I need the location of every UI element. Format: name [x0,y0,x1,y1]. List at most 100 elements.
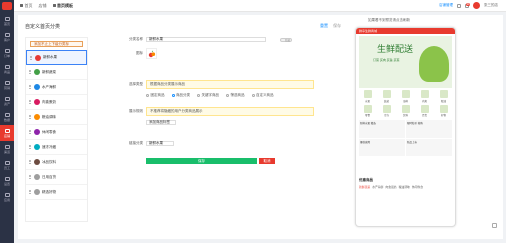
category-label: 精选好物 [42,189,56,194]
category-label: 冰品饮料 [42,159,56,164]
sidebar-item-label: 设置 [3,181,10,186]
cancel-button[interactable]: 取消 [259,158,275,164]
sidebar-item[interactable]: 订单 [0,45,14,61]
drag-handle-icon[interactable] [29,85,31,89]
sidebar-item[interactable]: 员工 [0,157,14,173]
radio-label: 固定商品 [150,93,165,97]
icon-label: 图标 [136,51,143,55]
category-label: 日用百货 [42,174,56,179]
nav-icon [4,192,10,197]
sidebar-item[interactable]: 客户 [0,29,14,45]
preview-category: 冷冻 [378,104,395,117]
preview-banner: 生鲜配送 订菜 买肉 买鱼 买菜 [359,36,452,88]
drag-handle-icon[interactable] [29,175,31,179]
drag-handle-icon[interactable] [29,130,31,134]
name-input[interactable]: 新鲜水果 [146,37,266,42]
sidebar-item-label: 渠道 [3,149,10,154]
link-select[interactable]: 新鲜水果 [146,141,174,146]
category-item[interactable]: 粮油调味 [26,110,87,125]
type-radio[interactable]: 筛选商品 [226,93,245,98]
type-label: 选择类型 [129,82,143,86]
preview-category: 水果 [359,90,376,103]
name-label: 分类名称 [129,37,143,41]
breadcrumb-home[interactable]: 首页 [20,3,33,9]
category-image [34,159,40,165]
category-item[interactable]: 新鲜蔬菜 [26,65,87,80]
type-radio[interactable]: 关键字商品 [197,93,219,98]
add-tag-button[interactable]: 添加商品标签 [146,120,176,125]
category-item[interactable]: 新鲜水果 [26,50,87,65]
drag-handle-icon[interactable] [29,70,31,74]
drag-handle-icon[interactable] [29,115,31,119]
preview-promo: 新品上市 [406,138,452,156]
icon-uploader[interactable] [146,48,157,59]
sidebar-item[interactable]: 商品 [0,61,14,77]
sidebar-item-label: 首页 [3,21,10,26]
category-image [34,129,40,135]
sidebar-item-label: 应用 [3,197,10,202]
type-note: 根据商品分类展示商品 [146,80,314,89]
save-button[interactable]: 保存 [146,158,257,164]
sidebar-item[interactable]: 应用 [0,189,14,205]
preview-category: 零食 [359,104,376,117]
help-icon[interactable] [457,3,461,8]
preview-category-label: 粮油 [440,99,446,103]
drag-handle-icon[interactable] [29,145,31,149]
category-item[interactable]: 水产海鲜 [26,80,87,95]
category-list: 添加不止上下级分类标 新鲜水果 新鲜蔬菜 水产海鲜 肉禽蛋奶粮油调味休闲零食 速冻冷藏冰… [25,37,88,222]
message-icon[interactable]: 99 [465,3,470,8]
sidebar-item-label: 店铺 [3,133,10,138]
drag-handle-icon[interactable] [30,55,32,60]
hide-toggle[interactable]: 隐藏 [280,37,292,42]
type-radio[interactable]: 固定商品 [146,93,165,98]
sidebar-item[interactable]: 营销 [0,77,14,93]
sidebar-item[interactable]: 店铺 [0,125,14,141]
preview-refresh-text[interactable]: 如果看不到预览请点击刷新 [368,18,410,23]
radio-circle [226,94,229,97]
avatar[interactable] [473,2,480,9]
preview-subtab: 新鲜蔬菜 [359,185,371,189]
preview-category-label: 冷冻 [383,114,389,117]
category-label: 粮油调味 [42,114,56,119]
type-radio[interactable]: 商品分类 [171,93,190,98]
radio-circle [171,94,175,97]
preview-category-label: 饮料 [402,114,408,117]
radio-circle [197,94,200,97]
sidebar-item[interactable]: 首页 [0,13,14,29]
reset-link[interactable]: 重置 [320,23,328,28]
radio-circle [146,94,149,97]
drag-handle-icon[interactable] [29,100,31,104]
main-panel: 自定义首页分类 重置 保存 添加不止上下级分类标 新鲜水果 新鲜蔬菜 水产海鲜 肉禽蛋… [18,15,503,239]
preview-category-image [382,90,391,98]
link-label: 链接分类 [129,141,143,145]
drag-handle-icon[interactable] [29,190,31,194]
radio-label: 自定义商品 [256,93,274,97]
type-radio[interactable]: 自定义商品 [251,93,274,98]
nav-icon [4,64,10,69]
preview-category-image [439,90,448,98]
sidebar-item[interactable]: 渠道 [0,141,14,157]
category-item[interactable]: 肉禽蛋奶 [26,95,87,110]
user-name[interactable]: 张三的店 [484,3,498,8]
sidebar-item-label: 订单 [3,53,10,58]
drag-handle-icon[interactable] [29,160,31,164]
chat-icon[interactable] [492,223,497,228]
store-manage-link[interactable]: 店铺管理 [439,3,453,8]
sidebar-item[interactable]: 设置 [0,173,14,189]
sidebar-item-label: 商品 [3,69,10,74]
category-item[interactable]: 速冻冷藏 [26,140,87,155]
add-category-button[interactable]: 添加不止上下级分类标 [30,41,83,47]
preview-subtab: 水产海鲜 [372,185,384,189]
breadcrumb-store[interactable]: 店铺 [39,3,47,9]
sidebar-item[interactable]: 资产 [0,93,14,109]
sidebar-item[interactable]: 数据 [0,109,14,125]
sidebar: 首页客户订单商品营销 资产 数据店铺渠道员工设置应用 [0,0,14,243]
category-item[interactable]: 精选好物 [26,185,87,200]
category-item[interactable]: 冰品饮料 [26,155,87,170]
preview-category-image [363,104,372,113]
category-item[interactable]: 日用百货 [26,170,87,185]
phone-preview: 鲜享生鲜商城 生鲜配送 订菜 买肉 买鱼 买菜 水果 蔬菜 海鲜 肉禽 粮油 零食 冷冻 饮料… [355,27,456,227]
category-item[interactable]: 休闲零食 [26,125,87,140]
save-link[interactable]: 保存 [333,23,341,28]
preview-promo: 限时秒杀 抢购 [406,120,452,138]
